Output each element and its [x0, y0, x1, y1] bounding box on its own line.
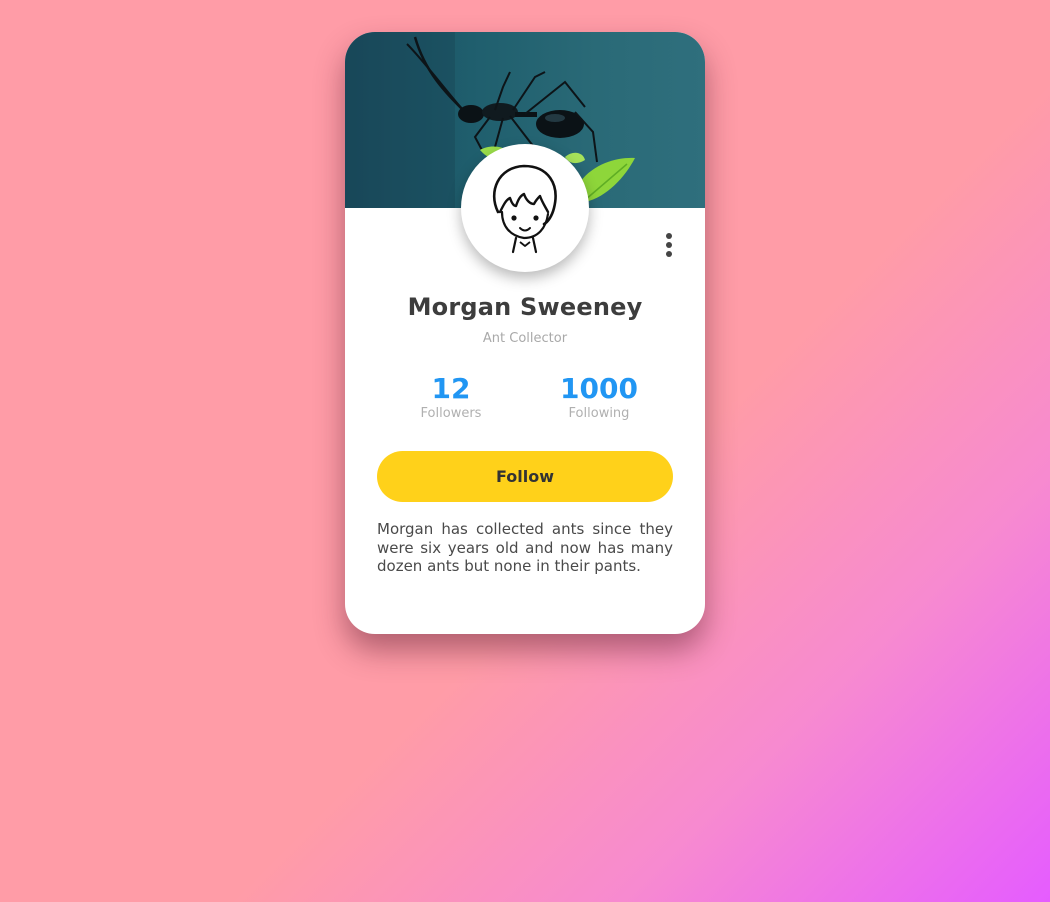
following-count: 1000: [560, 372, 638, 405]
following-label: Following: [568, 406, 630, 421]
more-vertical-icon: [666, 251, 672, 257]
profile-title: Ant Collector: [482, 331, 568, 346]
followers-stat[interactable]: 12 Followers: [391, 372, 511, 422]
follow-button[interactable]: Follow: [377, 451, 673, 502]
profile-bio: Morgan has collected ants since they wer…: [377, 520, 673, 575]
more-vertical-icon: [666, 233, 672, 239]
profile-card: Morgan Sweeney Ant Collector 12 Follower…: [345, 32, 705, 634]
followers-count: 12: [431, 372, 471, 405]
followers-label: Followers: [420, 406, 482, 421]
profile-name: Morgan Sweeney: [407, 293, 643, 321]
more-options-button[interactable]: [659, 228, 679, 262]
cartoon-avatar-icon: [492, 164, 557, 254]
more-vertical-icon: [666, 242, 672, 248]
avatar[interactable]: [461, 144, 589, 272]
following-stat[interactable]: 1000 Following: [539, 372, 659, 422]
